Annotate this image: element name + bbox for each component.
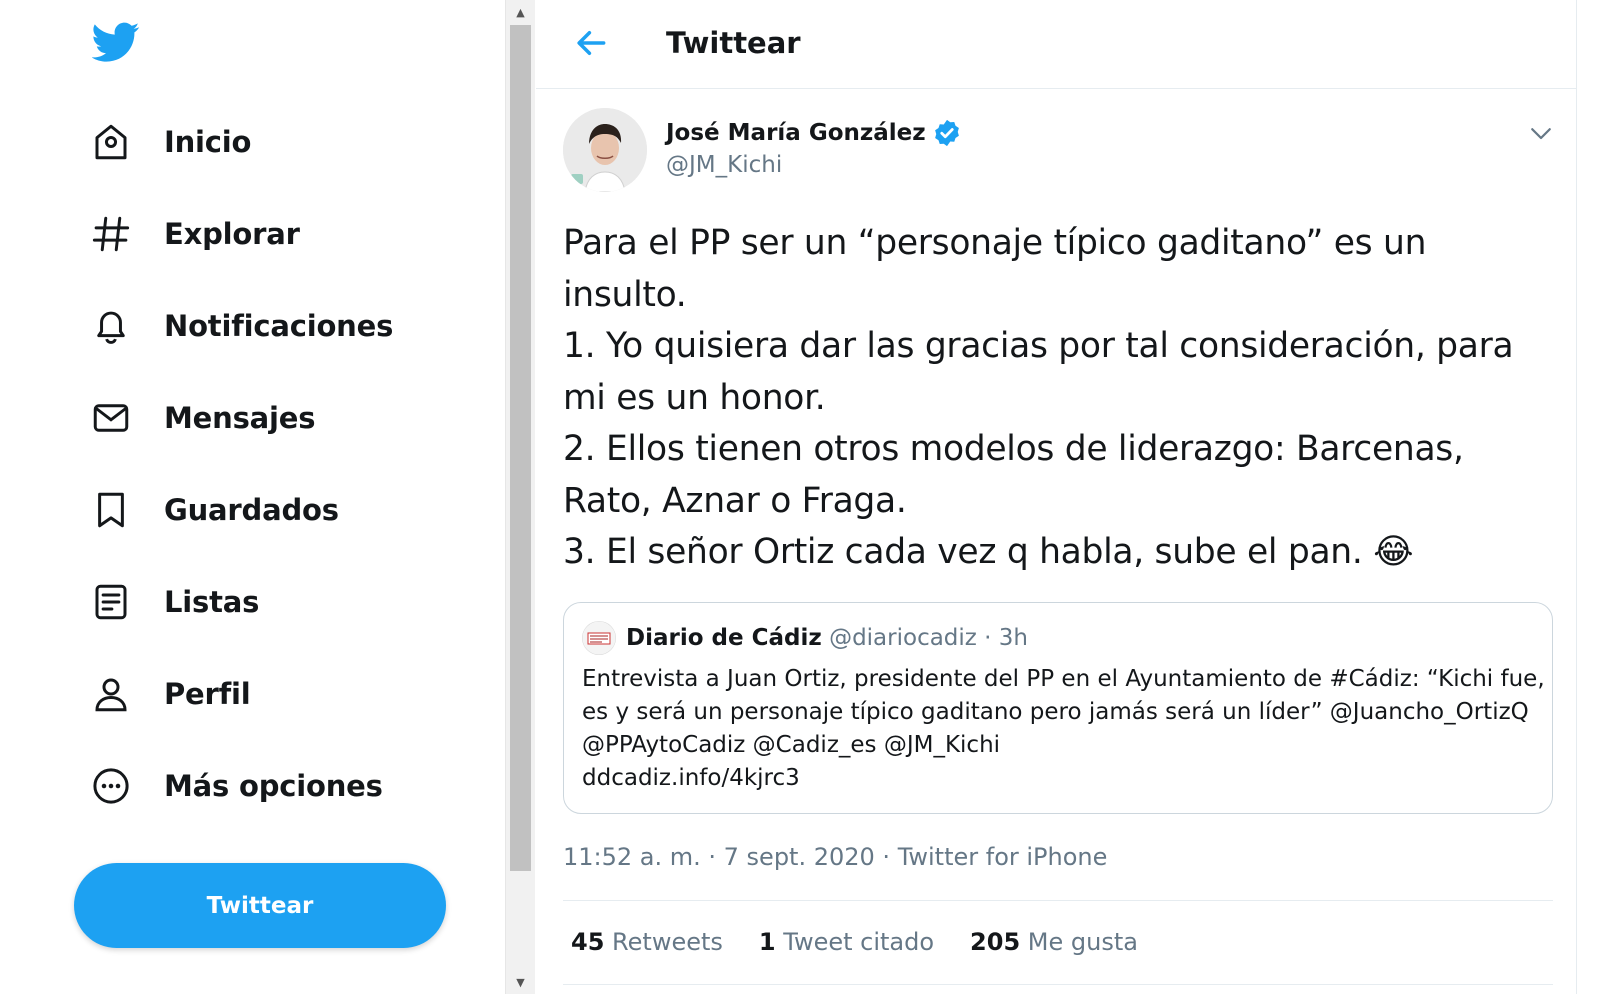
quoted-text-line: es y será un personaje típico gaditano p… [582, 699, 1529, 725]
stat-number: 45 [571, 928, 605, 956]
avatar[interactable] [563, 108, 647, 192]
sidebar-item-listas[interactable]: Listas [90, 572, 259, 632]
quoted-meta: @diariocadiz · 3h [829, 625, 1029, 651]
page-header: Twittear [536, 0, 1576, 89]
tweet-stats: 45 Retweets 1 Tweet citado 205 Me gusta [571, 928, 1174, 956]
sidebar-item-label: Más opciones [164, 769, 383, 803]
chevron-down-icon[interactable] [1526, 118, 1556, 148]
page-title: Twittear [666, 26, 801, 60]
stat-label: Me gusta [1027, 928, 1138, 956]
sidebar-item-label: Explorar [164, 217, 300, 251]
quoted-text-line: @PPAytoCadiz @Cadiz_es @JM_Kichi [582, 732, 1001, 758]
quoted-author-name: Diario de Cádiz [626, 625, 822, 651]
quote-tweets-count[interactable]: 1 Tweet citado [759, 928, 934, 956]
scrollbar-thumb[interactable] [510, 25, 531, 871]
more-options-icon [90, 764, 134, 808]
tweet-text-line: 3. El señor Ortiz cada vez q habla, sube… [563, 532, 1414, 572]
sidebar-item-label: Listas [164, 585, 260, 619]
sidebar-nav: Inicio Explorar Notificaciones Mensajes [0, 0, 505, 994]
stat-label: Retweets [612, 928, 723, 956]
scroll-down-arrow-icon[interactable]: ▼ [506, 972, 535, 992]
bell-icon [90, 304, 134, 348]
author-name[interactable]: José María González [666, 118, 962, 148]
tweet-text: Para el PP ser un “personaje típico gadi… [563, 218, 1553, 579]
tweet-text-line: insulto. [563, 274, 687, 315]
stat-number: 205 [970, 928, 1021, 956]
sidebar-item-perfil[interactable]: Perfil [90, 664, 251, 724]
sidebar-item-inicio[interactable]: Inicio [90, 112, 251, 172]
person-icon [90, 672, 134, 716]
compose-tweet-button[interactable]: Twittear [74, 863, 446, 948]
home-icon [90, 120, 134, 164]
stat-label: Tweet citado [783, 928, 935, 956]
tweet-text-line: Para el PP ser un “personaje típico gadi… [563, 223, 1427, 263]
hashtag-icon [90, 212, 134, 256]
author-name-text: José María González [666, 120, 926, 146]
tweet-text-line: 2. Ellos tienen otros modelos de lideraz… [563, 429, 1464, 469]
tweet-text-line: Rato, Aznar o Fraga. [563, 480, 907, 521]
sidebar-item-mensajes[interactable]: Mensajes [90, 388, 315, 448]
divider [563, 900, 1553, 901]
divider [563, 984, 1553, 985]
sidebar-item-label: Guardados [164, 493, 339, 527]
sidebar-item-guardados[interactable]: Guardados [90, 480, 339, 540]
list-icon [90, 580, 134, 624]
quoted-text-line: Entrevista a Juan Ortiz, presidente del … [582, 666, 1545, 692]
retweets-count[interactable]: 45 Retweets [571, 928, 723, 956]
sidebar-item-label: Inicio [164, 125, 252, 159]
likes-count[interactable]: 205 Me gusta [970, 928, 1138, 956]
sidebar-item-label: Mensajes [164, 401, 316, 435]
sidebar-item-mas-opciones[interactable]: Más opciones [90, 756, 383, 816]
quoted-tweet[interactable]: Diario de Cádiz @diariocadiz · 3h Entrev… [563, 602, 1553, 814]
sidebar-item-explorar[interactable]: Explorar [90, 204, 300, 264]
scroll-up-arrow-icon[interactable]: ▲ [506, 2, 535, 22]
tweet-text-line: mi es un honor. [563, 377, 826, 418]
tweet-text-line: 1. Yo quisiera dar las gracias por tal c… [563, 326, 1514, 366]
sidebar-item-notificaciones[interactable]: Notificaciones [90, 296, 393, 356]
tweet-detail: Twittear José María González @JM_Kichi P… [536, 0, 1577, 994]
twitter-bird-icon[interactable] [91, 18, 140, 66]
bookmark-icon [90, 488, 134, 532]
quoted-avatar [582, 621, 616, 655]
back-arrow-icon[interactable] [572, 24, 610, 62]
sidebar-item-label: Notificaciones [164, 309, 394, 343]
envelope-icon [90, 396, 134, 440]
tweet-timestamp[interactable]: 11:52 a. m. · 7 sept. 2020 · Twitter for… [563, 843, 1107, 871]
verified-badge-icon [932, 118, 962, 148]
author-handle[interactable]: @JM_Kichi [666, 152, 782, 178]
sidebar-item-label: Perfil [164, 677, 251, 711]
quoted-text: Entrevista a Juan Ortiz, presidente del … [582, 663, 1545, 795]
twitter-window: Inicio Explorar Notificaciones Mensajes [0, 0, 1600, 994]
quoted-header: Diario de Cádiz @diariocadiz · 3h [626, 625, 1028, 651]
quoted-link[interactable]: ddcadiz.info/4kjrc3 [582, 762, 1542, 795]
scrollbar[interactable]: ▲ ▼ [505, 0, 535, 994]
stat-number: 1 [758, 928, 776, 956]
